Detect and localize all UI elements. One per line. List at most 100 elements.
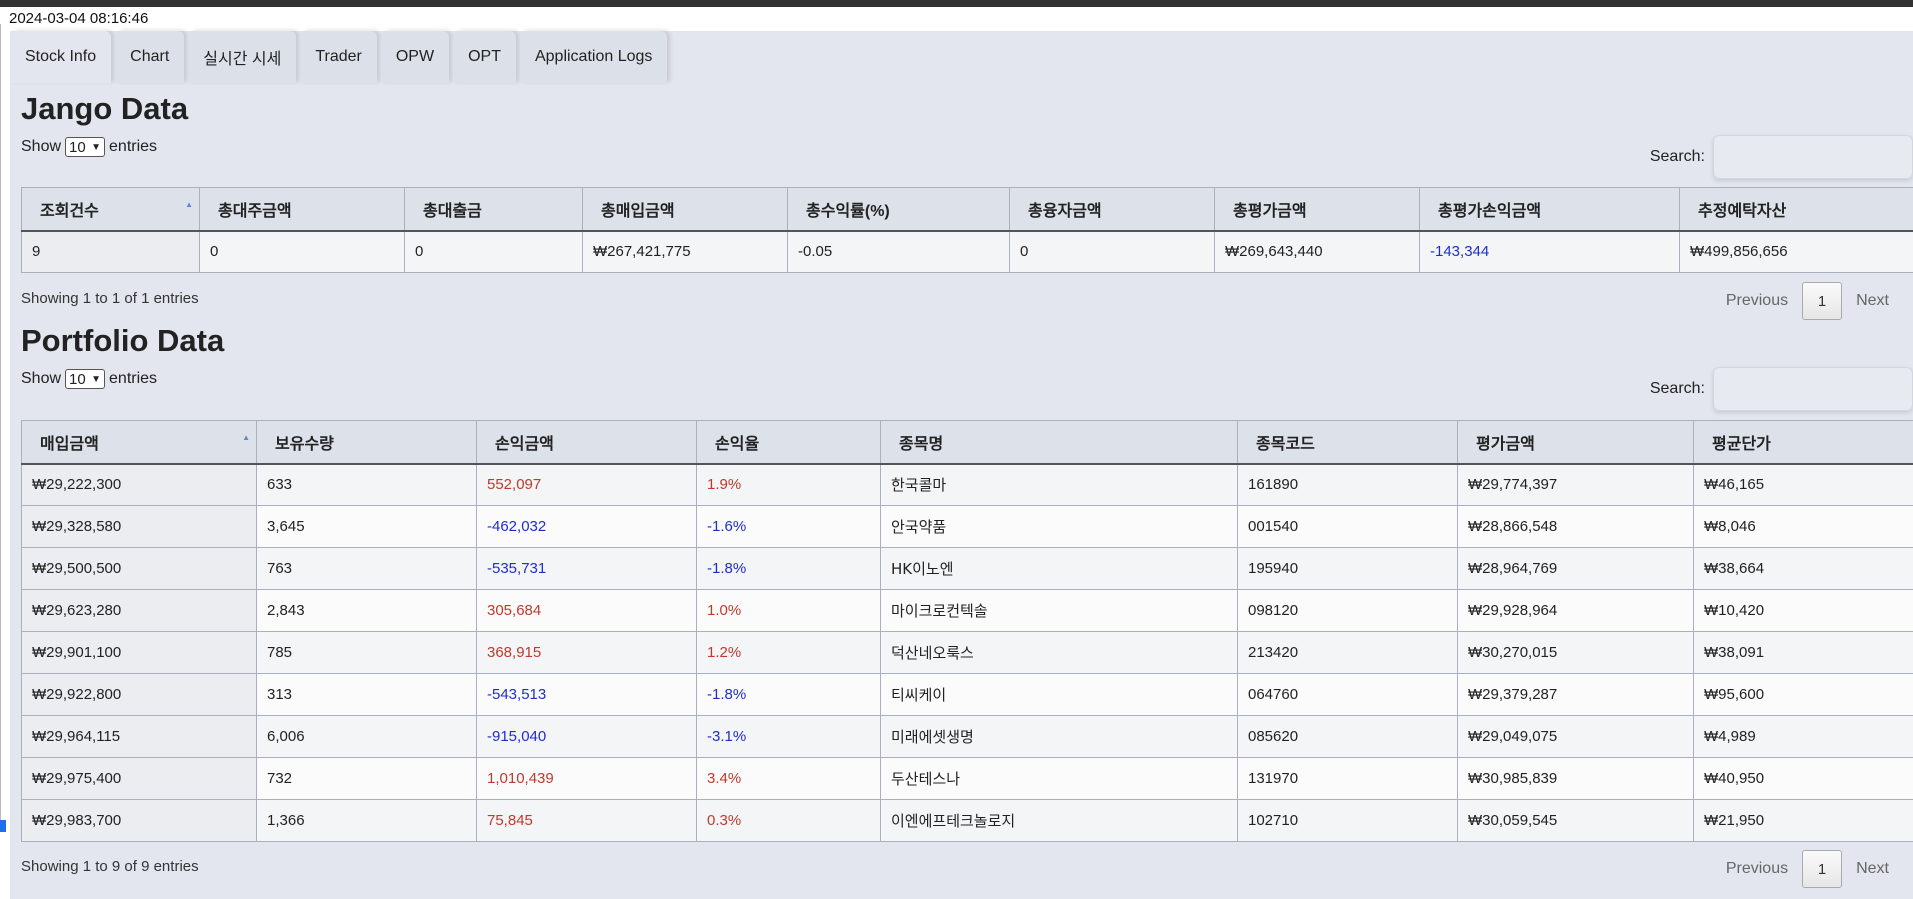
column-header[interactable]: 조회건수 ▲ [21, 187, 200, 232]
column-header[interactable]: 종목명 [880, 420, 1238, 465]
table-cell: ₩29,222,300 [21, 463, 257, 506]
table-cell: -1.6% [696, 505, 881, 548]
table-row[interactable]: ₩29,623,280 2,843 305,684 1.0% 마이크로컨텍솔 098120… [21, 589, 1913, 632]
column-header[interactable]: 총대출금 [404, 187, 583, 232]
table-cell: 785 [256, 631, 477, 674]
column-header-label: 보유수량 [275, 435, 334, 453]
table-row[interactable]: ₩29,500,500 763 -535,731 -1.8% HK이노엔 195940 ₩2… [21, 547, 1913, 590]
column-header-label: 총평가금액 [1233, 202, 1307, 220]
table-cell: 2,843 [256, 589, 477, 632]
table-cell: 161890 [1237, 463, 1458, 506]
column-header-label: 총수익률(%) [806, 202, 890, 220]
jango-entries-select[interactable]: 10 ▼ [65, 137, 106, 157]
window-top-bar [0, 0, 1913, 7]
table-row[interactable]: ₩29,975,400 732 1,010,439 3.4% 두산테스나 131970 ₩3… [21, 757, 1913, 800]
table-cell: ₩267,421,775 [582, 230, 788, 273]
tab-trader[interactable]: Trader [300, 31, 377, 83]
table-cell: 098120 [1237, 589, 1458, 632]
table-cell: ₩29,928,964 [1457, 589, 1694, 632]
show-label: Show [21, 138, 62, 155]
table-cell: 3.4% [696, 757, 881, 800]
column-header[interactable]: 추정예탁자산 [1679, 187, 1913, 232]
column-header-label: 손익금액 [495, 435, 554, 453]
table-cell: 두산테스나 [880, 757, 1238, 800]
table-row[interactable]: ₩29,922,800 313 -543,513 -1.8% 티씨케이 064760 ₩29… [21, 673, 1913, 716]
table-row[interactable]: ₩29,328,580 3,645 -462,032 -1.6% 안국약품 001540 ₩… [21, 505, 1913, 548]
tab-opt[interactable]: OPT [453, 31, 516, 83]
column-header-label: 추정예탁자산 [1698, 202, 1787, 220]
table-cell: ₩30,270,015 [1457, 631, 1694, 674]
jango-search: Search: [1650, 135, 1913, 179]
table-cell: ₩30,059,545 [1457, 799, 1694, 842]
next-button[interactable]: Next [1842, 860, 1903, 878]
table-cell: 0 [404, 230, 583, 273]
table-cell: 131970 [1237, 757, 1458, 800]
column-header-label: 매입금액 [40, 435, 99, 453]
column-header[interactable]: 매입금액 ▲ [21, 420, 257, 465]
table-cell: 085620 [1237, 715, 1458, 758]
table-cell: 1.0% [696, 589, 881, 632]
table-cell: ₩38,091 [1693, 631, 1913, 674]
column-header-label: 총대출금 [423, 202, 482, 220]
tab-opw[interactable]: OPW [380, 31, 450, 83]
table-cell: ₩29,922,800 [21, 673, 257, 716]
previous-button[interactable]: Previous [1712, 860, 1802, 878]
table-cell: -3.1% [696, 715, 881, 758]
table-cell: ₩29,975,400 [21, 757, 257, 800]
column-header-label: 손익율 [715, 435, 760, 453]
next-button[interactable]: Next [1842, 292, 1903, 310]
column-header[interactable]: 손익금액 [476, 420, 697, 465]
search-label: Search: [1649, 148, 1705, 165]
previous-button[interactable]: Previous [1712, 292, 1802, 310]
column-header[interactable]: 종목코드 [1237, 420, 1458, 465]
table-cell: ₩499,856,656 [1679, 230, 1913, 273]
portfolio-body: ₩29,222,300 633 552,097 1.9% 한국콜마 161890 ₩29,7… [21, 463, 1913, 842]
table-cell: 1.9% [696, 463, 881, 506]
column-header[interactable]: 총평가금액 [1214, 187, 1420, 232]
table-cell: 064760 [1237, 673, 1458, 716]
column-header[interactable]: 평가금액 [1457, 420, 1694, 465]
tab-application-logs[interactable]: Application Logs [519, 31, 668, 83]
portfolio-table: 매입금액 ▲ 보유수량 손익금액 손익율 종목명 종목코드 평가금액 평균단가 ₩29,222,… [21, 420, 1913, 842]
table-cell: -143,344 [1419, 230, 1680, 273]
column-header[interactable]: 보유수량 [256, 420, 477, 465]
page-button[interactable]: 1 [1802, 850, 1843, 888]
portfolio-search-input[interactable] [1713, 367, 1913, 411]
table-row[interactable]: ₩29,222,300 633 552,097 1.9% 한국콜마 161890 ₩29,7… [21, 463, 1913, 506]
column-header-label: 평균단가 [1712, 435, 1771, 453]
table-row[interactable]: 9 0 0 ₩267,421,775 -0.05 0 ₩269,643,440 -143,34… [21, 230, 1913, 273]
sort-icon: ▲ [185, 200, 193, 209]
jango-info: Showing 1 to 1 of 1 entries [21, 290, 199, 307]
column-header[interactable]: 총평가손익금액 [1419, 187, 1680, 232]
table-cell: 0 [199, 230, 405, 273]
jango-search-input[interactable] [1713, 135, 1913, 179]
page-button[interactable]: 1 [1802, 282, 1843, 320]
timestamp: 2024-03-04 08:16:46 [9, 10, 149, 27]
column-header[interactable]: 평균단가 [1693, 420, 1913, 465]
table-cell: ₩29,983,700 [21, 799, 257, 842]
table-cell: 미래에셋생명 [880, 715, 1238, 758]
tab-chart[interactable]: Chart [115, 31, 185, 83]
portfolio-entries-select[interactable]: 10 ▼ [65, 369, 106, 389]
table-row[interactable]: ₩29,983,700 1,366 75,845 0.3% 이엔에프테크놀로지 10271… [21, 799, 1913, 842]
table-row[interactable]: ₩29,964,115 6,006 -915,040 -3.1% 미래에셋생명 08562… [21, 715, 1913, 758]
column-header[interactable]: 총대주금액 [199, 187, 405, 232]
table-cell: 이엔에프테크놀로지 [880, 799, 1238, 842]
column-header[interactable]: 총융자금액 [1009, 187, 1215, 232]
tab-realtime-quotes[interactable]: 실시간 시세 [188, 31, 297, 83]
table-cell: -1.8% [696, 547, 881, 590]
column-header[interactable]: 손익율 [696, 420, 881, 465]
table-cell: ₩10,420 [1693, 589, 1913, 632]
column-header[interactable]: 총수익률(%) [787, 187, 1010, 232]
table-cell: 001540 [1237, 505, 1458, 548]
table-cell: 763 [256, 547, 477, 590]
table-cell: 6,006 [256, 715, 477, 758]
entries-label: entries [109, 370, 158, 387]
table-cell: 덕산네오룩스 [880, 631, 1238, 674]
column-header[interactable]: 총매입금액 [582, 187, 788, 232]
table-row[interactable]: ₩29,901,100 785 368,915 1.2% 덕산네오룩스 213420 ₩30… [21, 631, 1913, 674]
table-cell: ₩38,664 [1693, 547, 1913, 590]
table-cell: ₩29,500,500 [21, 547, 257, 590]
table-cell: 1.2% [696, 631, 881, 674]
tab-stock-info[interactable]: Stock Info [10, 31, 112, 83]
